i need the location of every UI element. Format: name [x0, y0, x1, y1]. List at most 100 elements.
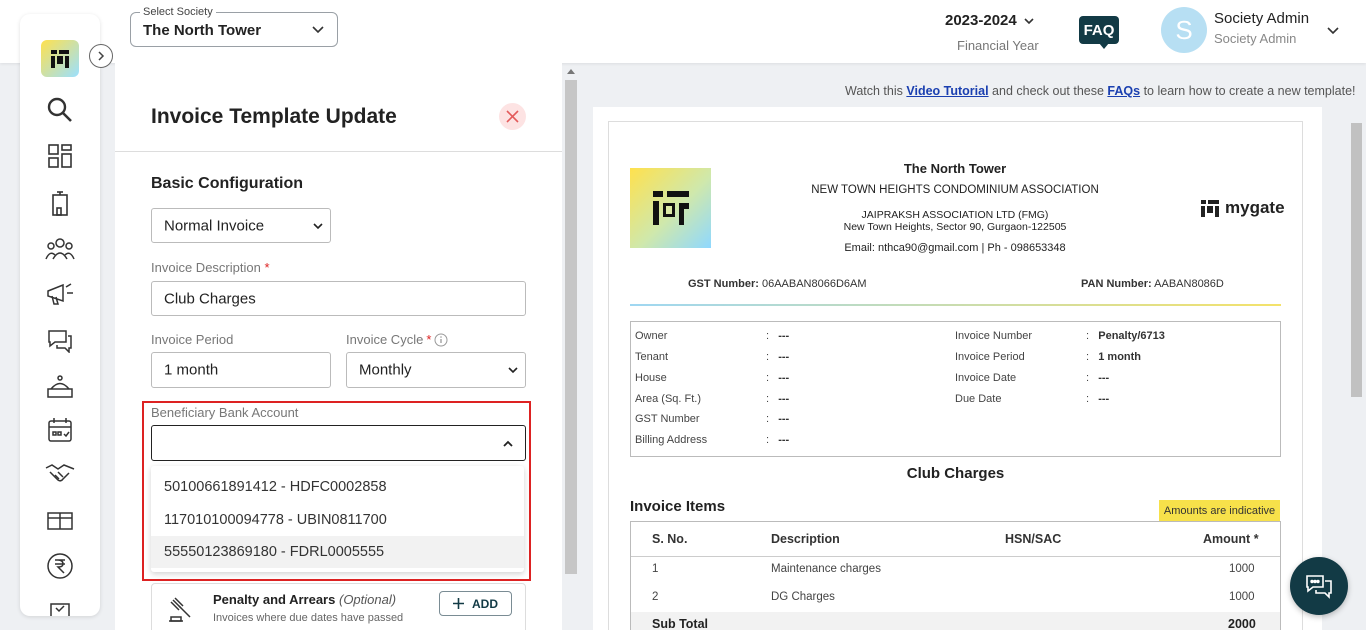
- amenity-icon[interactable]: [44, 370, 76, 402]
- header-divider: [630, 304, 1281, 306]
- divider: [115, 151, 562, 152]
- society-select[interactable]: Select Society The North Tower: [130, 6, 338, 47]
- info-row: Due Date: [955, 393, 1002, 405]
- chevron-down-icon: [508, 367, 518, 374]
- invoice-type-value: Normal Invoice: [164, 217, 265, 234]
- info-row: Invoice Number: [955, 330, 1033, 342]
- penalty-card: Penalty and Arrears (Optional) Invoices …: [151, 583, 526, 630]
- scrollbar-thumb[interactable]: [1351, 123, 1362, 397]
- faqs-link[interactable]: FAQs: [1107, 84, 1140, 98]
- column-header: Description: [771, 532, 840, 546]
- info-value: : ---: [1086, 393, 1110, 405]
- society-logo: [630, 168, 711, 248]
- chevron-down-icon: [312, 26, 324, 34]
- mygate-logo[interactable]: [41, 40, 79, 77]
- preview-scrollbar[interactable]: [1349, 111, 1363, 630]
- info-value: : ---: [766, 351, 790, 363]
- user-role: Society Admin: [1214, 31, 1297, 46]
- invoice-items-table: S. No. Description HSN/SAC Amount * 1 Ma…: [630, 521, 1281, 630]
- checklist-icon[interactable]: [44, 592, 76, 616]
- info-value: : ---: [1086, 372, 1110, 384]
- user-menu[interactable]: Society Admin Society Admin: [1214, 10, 1309, 46]
- bank-option[interactable]: 50100661891412 - HDFC0002858: [151, 471, 524, 503]
- add-penalty-button[interactable]: ADD: [439, 591, 512, 616]
- bank-option[interactable]: 117010100094778 - UBIN0811700: [151, 504, 524, 536]
- info-value: : ---: [766, 434, 790, 446]
- invoice-cycle-value: Monthly: [359, 361, 412, 379]
- scrollbar-thumb[interactable]: [565, 80, 577, 574]
- info-row: Owner: [635, 330, 668, 342]
- info-icon[interactable]: [434, 333, 448, 347]
- penalty-description: Invoices where due dates have passed: [213, 612, 404, 624]
- info-value: : ---: [766, 372, 790, 384]
- avatar[interactable]: S: [1161, 7, 1207, 53]
- invoice-description-input[interactable]: Club Charges: [151, 281, 526, 316]
- section-title: Basic Configuration: [151, 175, 304, 192]
- video-tutorial-link[interactable]: Video Tutorial: [906, 84, 988, 98]
- invoice-period-value: 1 month: [164, 361, 219, 379]
- info-value: : ---: [766, 413, 790, 425]
- expand-sidebar-button[interactable]: [89, 44, 113, 68]
- chevron-down-icon: [1024, 17, 1034, 24]
- subtotal-row: [631, 612, 1280, 630]
- package-icon[interactable]: [44, 503, 76, 535]
- handshake-icon[interactable]: [44, 457, 76, 489]
- panel-scrollbar[interactable]: [565, 68, 577, 574]
- invoice-cycle-select[interactable]: Monthly: [346, 352, 526, 388]
- cycle-label: Invoice Cycle *: [346, 332, 448, 347]
- announcement-icon[interactable]: [44, 278, 76, 310]
- dashboard-icon[interactable]: [44, 140, 76, 172]
- table-cell: 1: [652, 563, 659, 575]
- society-address: New Town Heights, Sector 90, Gurgaon-122…: [843, 221, 1067, 233]
- company-name: JAIPRAKSH ASSOCIATION LTD (FMG): [861, 209, 1049, 221]
- financial-year-value: 2023-2024: [945, 12, 1017, 29]
- scroll-up-icon[interactable]: [567, 68, 575, 74]
- info-value: : ---: [766, 393, 790, 405]
- mygate-logo: [1201, 200, 1219, 217]
- penalty-title: Penalty and Arrears (Optional): [213, 592, 397, 607]
- bank-option[interactable]: 55550123869180 - FDRL0005555: [151, 536, 524, 568]
- association-name: NEW TOWN HEIGHTS CONDOMINIUM ASSOCIATION: [811, 184, 1099, 196]
- chevron-up-icon: [503, 440, 513, 447]
- rupee-icon[interactable]: [44, 550, 76, 582]
- info-row: Area (Sq. Ft.): [635, 393, 702, 405]
- chat-icon[interactable]: [44, 324, 76, 356]
- close-button[interactable]: [499, 103, 526, 130]
- chevron-right-icon: [98, 51, 105, 61]
- info-value: : ---: [766, 330, 790, 342]
- table-cell: DG Charges: [771, 591, 835, 603]
- column-header: S. No.: [652, 532, 688, 546]
- subtotal-label: Sub Total: [652, 617, 709, 630]
- faq-button[interactable]: FAQ: [1079, 16, 1119, 49]
- info-row: Tenant: [635, 351, 669, 363]
- info-row: Invoice Date: [955, 372, 1017, 384]
- financial-year-label: Financial Year: [957, 38, 1039, 53]
- gavel-icon: [169, 597, 191, 622]
- user-name: Society Admin: [1214, 10, 1310, 27]
- invoice-items-title: Invoice Items: [630, 498, 726, 515]
- financial-year-selector[interactable]: 2023-2024 Financial Year: [945, 12, 1045, 53]
- indicative-badge: Amounts are indicative: [1159, 500, 1280, 522]
- residents-icon[interactable]: [44, 232, 76, 264]
- tutorial-hint: Watch this Video Tutorial and check out …: [845, 84, 1356, 98]
- info-row: House: [635, 372, 667, 384]
- invoice-type-select[interactable]: Normal Invoice: [151, 208, 331, 243]
- info-value: : 1 month: [1086, 351, 1142, 363]
- gst-number: GST Number: 06AABAN8066D6AM: [688, 278, 867, 290]
- calendar-icon[interactable]: [44, 414, 76, 446]
- search-icon[interactable]: [44, 94, 76, 126]
- building-icon[interactable]: [44, 187, 76, 219]
- page-title: Invoice Template Update: [151, 105, 397, 128]
- chevron-down-icon[interactable]: [1326, 23, 1340, 37]
- header-divider: [631, 556, 1280, 557]
- chat-support-button[interactable]: [1290, 557, 1348, 615]
- society-select-value: The North Tower: [143, 22, 262, 39]
- bank-account-select[interactable]: [151, 425, 526, 461]
- info-row: Invoice Period: [955, 351, 1025, 363]
- chevron-down-icon: [313, 222, 323, 229]
- table-cell: 2: [652, 591, 659, 603]
- invoice-period-input[interactable]: 1 month: [151, 352, 331, 388]
- society-name: The North Tower: [903, 161, 1007, 176]
- close-icon: [506, 110, 519, 123]
- sidebar: [20, 14, 100, 616]
